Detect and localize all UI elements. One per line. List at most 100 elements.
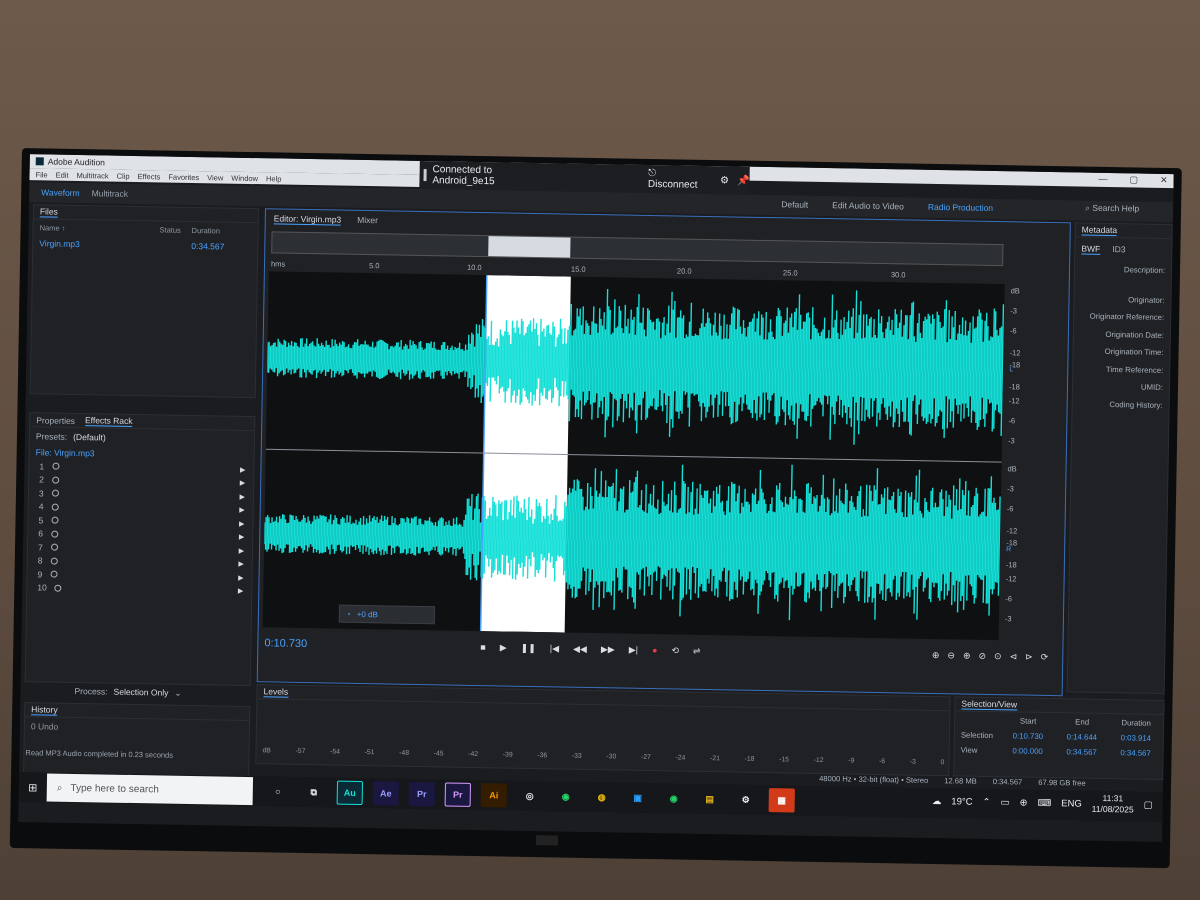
premiere-taskbar-icon[interactable]: Pr [408,781,435,807]
meta-field[interactable]: Origination Time: [1073,342,1169,361]
menu-effects[interactable]: Effects [137,172,160,181]
slot-arrow-icon[interactable]: ▶ [239,493,245,501]
view-start[interactable]: 0:00.000 [1001,746,1055,756]
rewind-icon[interactable]: ◀◀ [573,643,587,654]
column-name[interactable]: Name ↑ [40,223,160,234]
loop-icon[interactable]: ⟲ [671,645,679,656]
column-duration[interactable]: Duration [192,226,221,235]
menu-window[interactable]: Window [231,173,258,182]
tab-id3[interactable]: ID3 [1112,244,1125,255]
chevron-up-icon[interactable]: ⌃ [982,796,990,807]
slot-arrow-icon[interactable]: ▶ [239,533,245,541]
slot-arrow-icon[interactable]: ▶ [239,506,245,514]
pause-icon[interactable]: ❚❚ [521,642,536,653]
zoom-in-amplitude-icon[interactable]: ⊕ [932,649,940,660]
selection-end[interactable]: 0:14.644 [1055,732,1109,742]
whatsapp-icon[interactable]: ◉ [553,784,579,808]
app-icon[interactable]: ▦ [768,788,795,813]
power-icon[interactable] [50,557,58,565]
weather-icon[interactable]: ☁ [932,795,942,806]
menu-view[interactable]: View [207,173,223,182]
current-time[interactable]: 0:10.730 [264,637,307,650]
view-duration[interactable]: 0:34.567 [1109,748,1163,758]
zoom-left-icon[interactable]: ⊲ [1010,651,1018,662]
zoom-selection-icon[interactable]: ⊙ [994,651,1002,662]
meta-field[interactable]: Origination Date: [1074,325,1170,344]
selection-view-title[interactable]: Selection/View [961,698,1018,711]
file-row[interactable]: Virgin.mp3 0:34.567 [33,236,257,254]
metadata-title[interactable]: Metadata [1081,224,1118,237]
files-panel-title[interactable]: Files [39,206,58,218]
menu-help[interactable]: Help [266,174,282,183]
waveform-view-button[interactable]: Waveform [35,185,86,200]
network-icon[interactable]: ⊕ [1019,797,1027,808]
channel-left-label[interactable]: L [1009,366,1013,373]
meta-field[interactable]: Originator: [1074,290,1170,309]
workspace-radio-production[interactable]: Radio Production [928,202,993,213]
disconnect-button[interactable]: ⎋ Disconnect [642,166,712,193]
menu-multitrack[interactable]: Multitrack [76,170,108,180]
stop-icon[interactable]: ■ [480,642,486,653]
multitrack-view-button[interactable]: Multitrack [86,186,135,201]
settings-icon[interactable]: ⚙ [720,175,729,186]
language-indicator[interactable]: ENG [1061,798,1082,809]
meta-field[interactable]: Time Reference: [1073,360,1169,379]
workspace-default[interactable]: Default [781,199,808,209]
power-icon[interactable] [51,489,59,497]
tab-mixer[interactable]: Mixer [357,215,378,225]
tab-effects-rack[interactable]: Effects Rack [84,415,133,427]
zoom-out-amplitude-icon[interactable]: ⊖ [947,650,955,661]
search-help[interactable]: ⌕ Search Help [1085,203,1139,215]
skip-back-icon[interactable]: |◀ [550,643,559,654]
zoom-right-icon[interactable]: ⊳ [1025,651,1033,662]
view-end[interactable]: 0:34.567 [1055,747,1109,757]
windows-start-icon[interactable]: ⊞ [19,772,48,802]
skip-forward-icon[interactable]: ▶| [629,644,638,655]
audition-taskbar-icon[interactable]: Au [336,780,364,806]
power-icon[interactable] [54,584,62,592]
workspace-edit-audio-video[interactable]: Edit Audio to Video [832,200,904,211]
files-icon[interactable]: ▤ [697,787,723,811]
power-icon[interactable] [51,476,60,484]
gain-hud[interactable]: ◔ +0 dB [338,604,436,625]
pin-icon[interactable]: 📌 [737,175,750,186]
menu-favorites[interactable]: Favorites [168,172,199,182]
selection-start[interactable]: 0:10.730 [1001,731,1055,741]
channel-right-label[interactable]: R [1006,546,1011,553]
play-icon[interactable]: ▶ [500,642,507,653]
slot-arrow-icon[interactable]: ▶ [238,574,244,582]
history-title[interactable]: History [31,704,58,716]
after-effects-taskbar-icon[interactable]: Ae [372,781,399,806]
cortana-icon[interactable]: ○ [265,779,291,803]
power-icon[interactable] [52,462,60,470]
clock[interactable]: 11:31 11/08/2025 [1092,793,1134,816]
levels-title[interactable]: Levels [263,686,289,698]
fast-forward-icon[interactable]: ▶▶ [601,644,615,655]
meta-field[interactable]: Description: [1075,260,1171,279]
notifications-icon[interactable]: ▢ [1144,799,1153,810]
slot-arrow-icon[interactable]: ▶ [238,587,244,595]
slot-arrow-icon[interactable]: ▶ [240,479,246,487]
overview-visible-window[interactable] [488,236,571,258]
slot-arrow-icon[interactable]: ▶ [239,520,245,528]
chevron-down-icon[interactable]: ⌄ [174,687,181,698]
process-dropdown[interactable]: Selection Only [114,687,169,698]
menu-clip[interactable]: Clip [117,171,130,180]
zoom-reset-icon[interactable]: ⟳ [1041,651,1049,662]
task-view-icon[interactable]: ⧉ [301,780,327,804]
taskbar-search[interactable]: ⌕ Type here to search [46,773,254,806]
tab-editor[interactable]: Editor: Virgin.mp3 [273,212,342,226]
selection-duration[interactable]: 0:03.914 [1109,733,1163,743]
meta-field[interactable]: Originator Reference: [1074,307,1170,326]
slot-arrow-icon[interactable]: ▶ [238,560,244,568]
waveform-display[interactable]: ◔ +0 dB [262,271,1005,641]
power-icon[interactable] [50,530,59,538]
menu-edit[interactable]: Edit [56,170,69,179]
whatsapp-icon-2[interactable]: ◉ [661,786,687,810]
keyboard-icon[interactable]: ⌨ [1037,797,1051,808]
browser-icon[interactable]: ◎ [517,784,543,808]
skip-selection-icon[interactable]: ⇌ [693,645,701,656]
battery-icon[interactable]: ▭ [1000,797,1009,808]
meta-field[interactable]: Coding History: [1073,395,1169,414]
maximize-button[interactable]: ▢ [1129,174,1138,185]
